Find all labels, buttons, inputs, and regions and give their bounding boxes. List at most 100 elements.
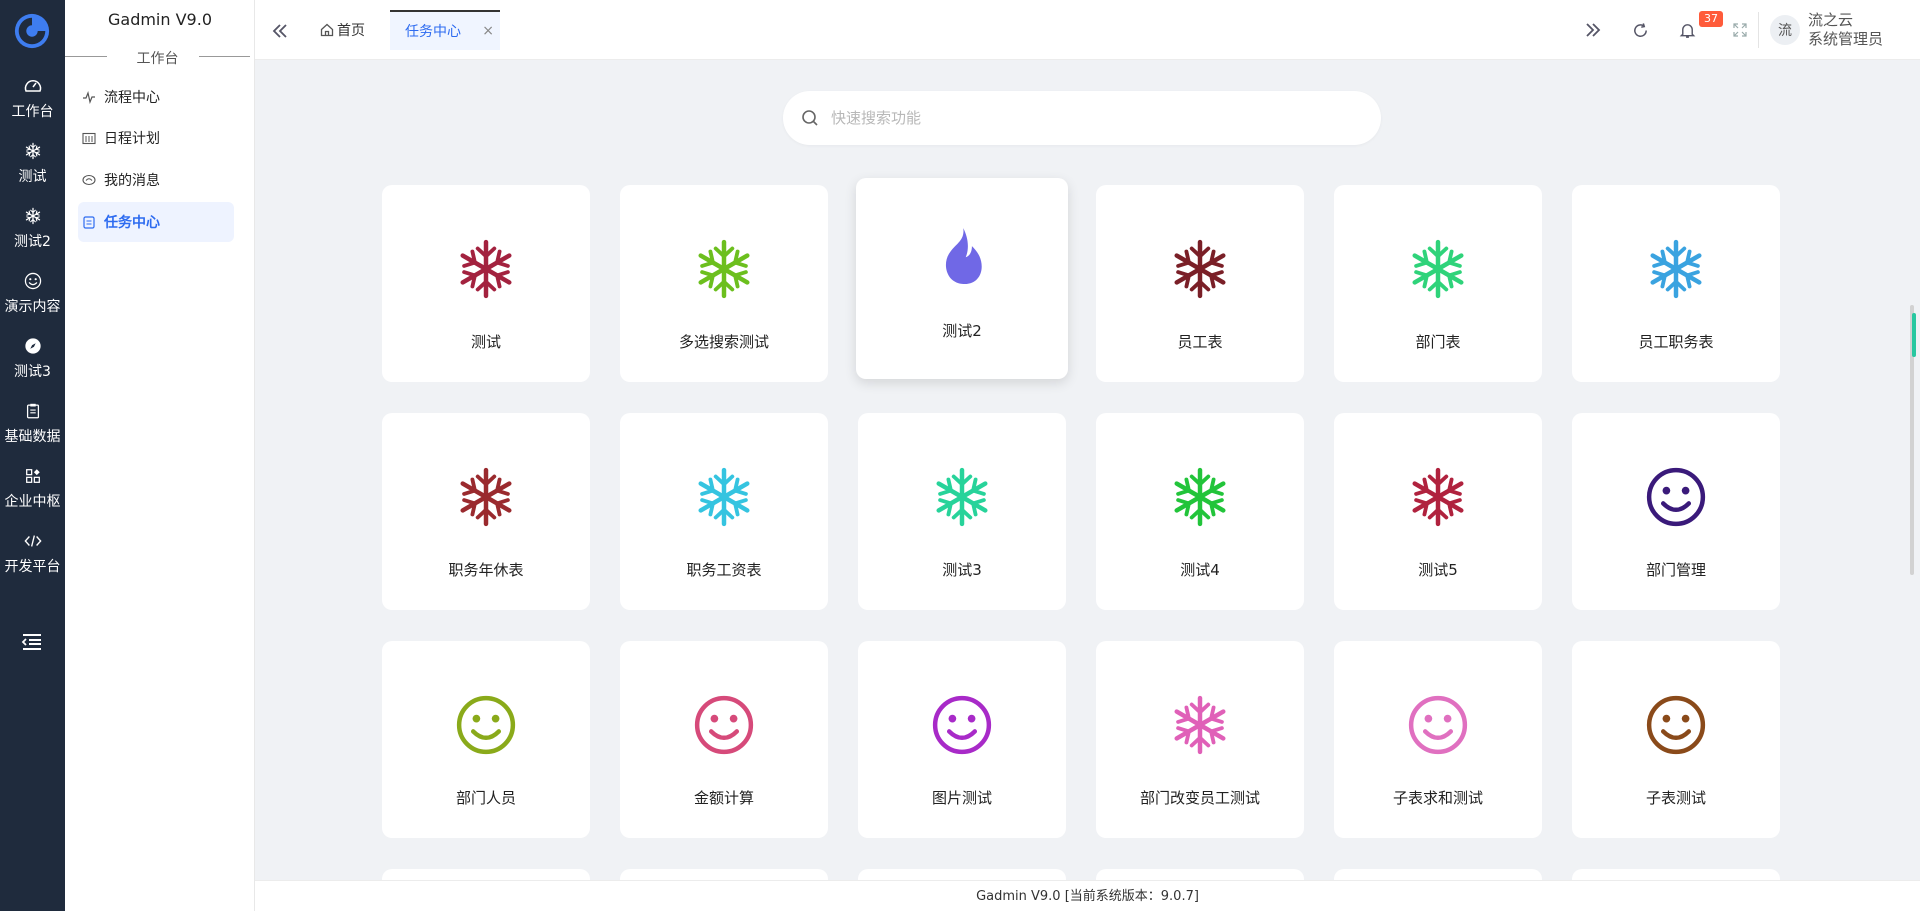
snowflake-icon <box>1404 235 1472 303</box>
search-box[interactable] <box>783 91 1381 145</box>
app-card[interactable]: 测试 <box>382 185 590 382</box>
rail-item-label: 测试 <box>18 169 47 185</box>
vertical-scrollbar[interactable] <box>1908 60 1920 880</box>
sidebar-item[interactable]: 任务中心 <box>78 202 234 242</box>
card-label: 职务工资表 <box>686 561 762 579</box>
main-content: 测试 多选搜索测试 测试2 <box>255 60 1920 880</box>
app-card[interactable]: 部门表 <box>1334 185 1542 382</box>
card-label: 员工职务表 <box>1638 333 1714 351</box>
card-partial[interactable] <box>1572 869 1780 880</box>
fullscreen-icon[interactable] <box>1730 20 1750 40</box>
smile-icon <box>690 691 758 759</box>
snowflake-icon <box>1404 463 1472 531</box>
rail-item-label: 测试2 <box>14 234 51 250</box>
app-card[interactable]: 员工表 <box>1096 185 1304 382</box>
rail-item[interactable]: 工作台 <box>0 69 65 129</box>
app-card[interactable]: 部门改变员工测试 <box>1096 641 1304 838</box>
sidebar-item-label: 任务中心 <box>104 215 160 231</box>
rail-item[interactable]: 测试 <box>0 134 65 194</box>
dashboard-icon <box>22 75 44 97</box>
card-partial[interactable] <box>1096 869 1304 880</box>
tab-task-center[interactable]: 任务中心 × <box>390 10 500 50</box>
double-chevron-right-icon[interactable] <box>1583 20 1603 40</box>
snowflake-icon <box>1166 691 1234 759</box>
rail-item[interactable]: 测试3 <box>0 329 65 389</box>
fire-icon <box>928 222 996 290</box>
nav-rail: 工作台 测试 测试2 演示内容 测试3 基础数据 企业中枢 开发平台 <box>0 0 65 911</box>
app-card[interactable]: 子表求和测试 <box>1334 641 1542 838</box>
rail-item-label: 开发平台 <box>4 559 61 575</box>
sidebar-item[interactable]: 我的消息 <box>78 160 234 200</box>
card-label: 部门表 <box>1415 333 1461 351</box>
card-label: 图片测试 <box>931 789 992 807</box>
app-card[interactable]: 职务工资表 <box>620 413 828 610</box>
rail-item-label: 演示内容 <box>4 299 61 315</box>
card-partial[interactable] <box>620 869 828 880</box>
app-card[interactable]: 职务年休表 <box>382 413 590 610</box>
user-name: 流之云 <box>1808 11 1854 29</box>
sidebar-item-label: 流程中心 <box>104 90 160 106</box>
user-menu[interactable]: 流 流之云 系统管理员 <box>1758 8 1884 52</box>
card-partial[interactable] <box>858 869 1066 880</box>
tab-task-center-label: 任务中心 <box>405 24 461 40</box>
app-card[interactable]: 部门管理 <box>1572 413 1780 610</box>
smile-icon <box>452 691 520 759</box>
card-label: 职务年休表 <box>448 561 524 579</box>
card-partial[interactable] <box>1334 869 1542 880</box>
tab-home[interactable]: 首页 <box>320 10 365 50</box>
app-card[interactable]: 员工职务表 <box>1572 185 1780 382</box>
card-label: 多选搜索测试 <box>678 333 769 351</box>
smile-icon <box>1642 463 1710 531</box>
app-card[interactable]: 部门人员 <box>382 641 590 838</box>
snowflake-icon <box>1166 235 1234 303</box>
rail-item[interactable]: 企业中枢 <box>0 459 65 519</box>
snowflake-icon <box>928 463 996 531</box>
double-chevron-left-icon[interactable] <box>271 22 289 40</box>
smile-icon <box>22 270 44 292</box>
refresh-icon[interactable] <box>1630 20 1650 40</box>
app-card[interactable]: 测试4 <box>1096 413 1304 610</box>
app-card[interactable]: 图片测试 <box>858 641 1066 838</box>
code-icon <box>22 530 44 552</box>
card-label: 测试2 <box>942 322 982 340</box>
close-tab-icon[interactable]: × <box>482 23 494 39</box>
task-icon <box>82 215 96 229</box>
app-card[interactable]: 测试2 <box>856 178 1068 379</box>
rail-item[interactable]: 开发平台 <box>0 524 65 584</box>
rail-item[interactable]: 测试2 <box>0 199 65 259</box>
footer: Gadmin V9.0 [当前系统版本：9.0.7] <box>255 880 1920 911</box>
notification-badge: 37 <box>1699 11 1723 27</box>
app-card[interactable]: 金额计算 <box>620 641 828 838</box>
apps-icon <box>22 465 44 487</box>
home-icon <box>320 23 334 37</box>
menu-collapse-icon[interactable] <box>21 632 43 652</box>
card-label: 测试5 <box>1418 561 1458 579</box>
snowflake-icon <box>690 463 758 531</box>
top-header: 首页 任务中心 × 37 流 流之云 系统管理员 <box>255 0 1920 60</box>
card-label: 测试 <box>470 333 501 351</box>
logo-icon[interactable] <box>13 12 51 50</box>
sidebar-item[interactable]: 流程中心 <box>78 77 234 117</box>
bell-icon[interactable] <box>1677 20 1697 40</box>
sidebar: Gadmin V9.0 工作台 流程中心 日程计划 我的消息 任务中心 <box>65 0 255 911</box>
rail-item-label: 测试3 <box>14 364 51 380</box>
search-input[interactable] <box>831 109 1381 127</box>
app-card[interactable]: 测试5 <box>1334 413 1542 610</box>
user-role: 系统管理员 <box>1808 30 1884 48</box>
sidebar-item[interactable]: 日程计划 <box>78 118 234 158</box>
rail-item-label: 工作台 <box>11 104 54 120</box>
snowflake-icon <box>22 205 44 227</box>
smile-icon <box>1404 691 1472 759</box>
rail-item-label: 基础数据 <box>4 429 61 445</box>
card-partial[interactable] <box>382 869 590 880</box>
rail-item[interactable]: 演示内容 <box>0 264 65 324</box>
rail-item-label: 企业中枢 <box>4 494 61 510</box>
card-label: 员工表 <box>1177 333 1223 351</box>
app-card[interactable]: 子表测试 <box>1572 641 1780 838</box>
app-card[interactable]: 测试3 <box>858 413 1066 610</box>
app-card[interactable]: 多选搜索测试 <box>620 185 828 382</box>
rail-item[interactable]: 基础数据 <box>0 394 65 454</box>
card-label: 子表测试 <box>1645 789 1706 807</box>
message-icon <box>82 173 96 187</box>
section-divider: 工作台 <box>65 46 250 67</box>
